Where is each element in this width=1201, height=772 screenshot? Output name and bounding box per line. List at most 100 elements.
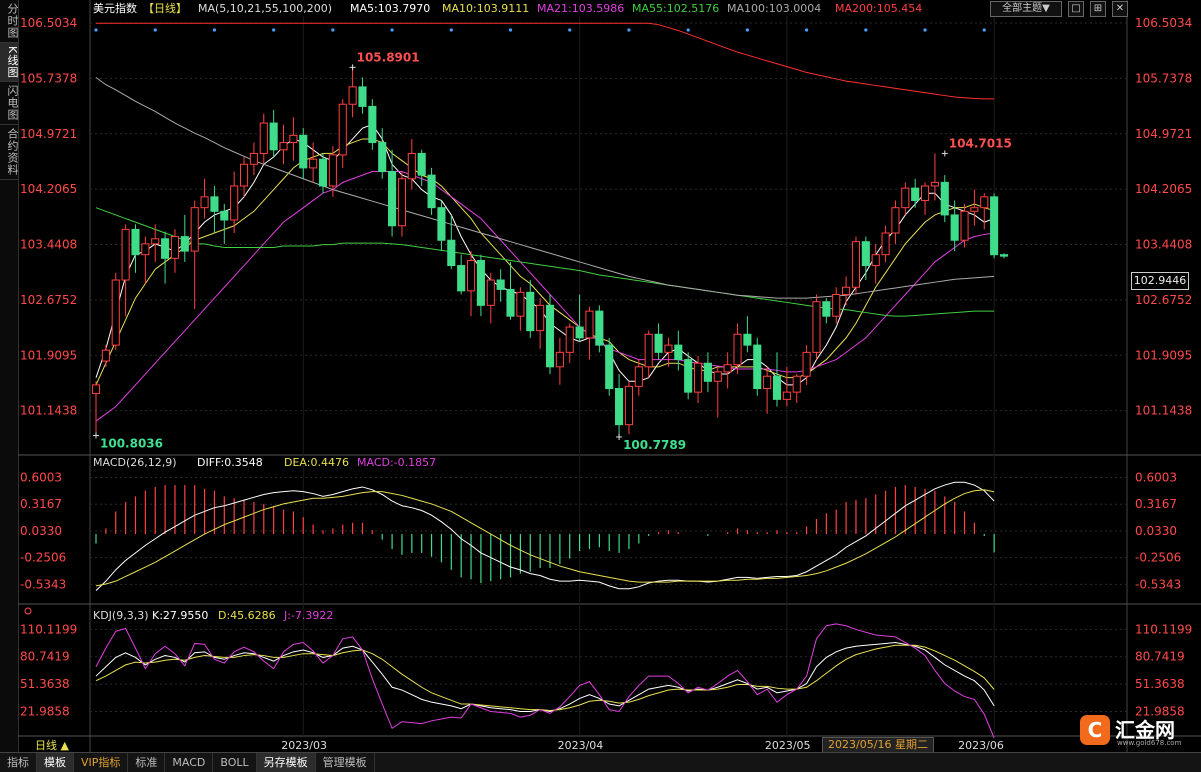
candle-body (723, 364, 732, 373)
candle-body (664, 344, 673, 353)
candle-body (930, 181, 939, 187)
event-dot (627, 28, 631, 32)
price-tick-left: 105.7378 (20, 71, 77, 85)
period-indicator[interactable]: 日线 ▲ (35, 738, 69, 752)
labels: 105.8901 104.7015 100.8036 100.7789 (93, 50, 1012, 452)
candle-body (516, 291, 525, 317)
candle-body (960, 210, 969, 241)
candle-body (180, 236, 189, 252)
candle-body (812, 301, 821, 353)
candle-body (170, 236, 180, 259)
candle-body (111, 279, 120, 346)
candle-body (911, 187, 920, 201)
candle-body (920, 185, 930, 201)
tab-standard[interactable]: 标准 (128, 753, 166, 772)
logo-icon: C (1080, 715, 1110, 745)
event-dot (568, 28, 572, 32)
price-tick-right: 101.1438 (1135, 404, 1192, 418)
chart-area[interactable]: 106.5034 106.5034 105.7378 105.7378 104.9721… (0, 0, 1201, 752)
low2-label: 100.7789 (623, 438, 686, 452)
tab-boll[interactable]: BOLL (213, 753, 257, 772)
close-button[interactable]: ✕ (1112, 1, 1128, 17)
candle-body (624, 385, 634, 426)
k-line (95, 642, 995, 713)
low-label: 100.8036 (100, 437, 163, 451)
price-tick-right: 106.5034 (1135, 16, 1192, 30)
kdj-j: J:-7.3922 (283, 609, 333, 622)
macd-tick-left: 0.3167 (20, 497, 62, 511)
tab-vip-indicators[interactable]: VIP指标 (74, 753, 129, 772)
period-label: 【日线】 (143, 1, 187, 15)
macd-title: MACD(26,12,9) (93, 456, 177, 469)
layout-button[interactable]: ⊞ (1090, 1, 1106, 17)
candle-body (289, 134, 298, 144)
candle-body (842, 286, 851, 295)
candle-body (861, 241, 870, 267)
event-dot (331, 28, 335, 32)
candle-body (417, 152, 426, 176)
event-dot (272, 28, 276, 32)
candle-body (693, 362, 703, 393)
j-line (95, 623, 995, 739)
candle-body (259, 122, 268, 154)
macd-tick-left: 0.6003 (20, 471, 62, 485)
price-tick-right: 102.6752 (1135, 293, 1192, 307)
event-dot (508, 28, 513, 32)
price-tick-left: 106.5034 (20, 16, 77, 30)
tab-manage-templates[interactable]: 管理模板 (316, 753, 375, 772)
tab-save-template[interactable]: 另存模板 (256, 753, 316, 772)
macd-dea: DEA:0.4476 (284, 456, 349, 469)
candle-body (684, 359, 693, 393)
price-tick-right: 104.2065 (1135, 182, 1192, 196)
ma100-value: MA100:103.0004 (727, 2, 821, 15)
candle-body (763, 375, 772, 390)
candle-body (891, 207, 900, 234)
candle-body (91, 384, 101, 395)
macd-tick-left: 0.0330 (20, 524, 62, 538)
candle-body (141, 243, 150, 256)
tab-indicators[interactable]: 指标 (0, 753, 37, 772)
bottom-toolbar: 指标 模板 VIP指标 标准 MACD BOLL 另存模板 管理模板 (0, 752, 1201, 772)
candle-body (851, 241, 861, 288)
kdj-title: KDJ(9,3,3) (93, 609, 149, 622)
event-dot (982, 28, 986, 32)
candle-body (476, 259, 485, 306)
kdj-tick-right: 110.1199 (1135, 622, 1192, 636)
candle-body (190, 207, 199, 252)
candle-body (822, 301, 831, 317)
gold678-logo: C 汇金网 www.gold678.com (1080, 712, 1195, 752)
candle-body (200, 196, 209, 209)
event-dot (805, 28, 809, 32)
candle-body (990, 196, 999, 256)
candle-body (940, 181, 949, 216)
candle-body (269, 122, 278, 151)
moving-averages (95, 22, 995, 422)
macd-panel (95, 481, 995, 591)
candle-body (466, 259, 476, 292)
candle-body (733, 333, 742, 366)
candle-body (654, 333, 663, 353)
kdj-settings-icon (24, 607, 32, 615)
candle-body (496, 279, 505, 290)
candle-body (565, 326, 574, 353)
candle-body (457, 265, 466, 292)
kdj-tick-left: 51.3638 (20, 677, 70, 691)
event-dot (449, 28, 453, 32)
tab-templates[interactable]: 模板 (37, 753, 74, 772)
candle-body (605, 344, 614, 390)
restore-button[interactable]: □ (1068, 1, 1084, 17)
event-dot (390, 28, 394, 32)
theme-dropdown[interactable]: 全部主题▼ (990, 1, 1062, 17)
kdj-tick-left: 110.1199 (20, 622, 77, 636)
candle-body (279, 142, 288, 151)
candle-body (299, 134, 308, 169)
candle-body (802, 351, 811, 377)
tab-macd[interactable]: MACD (165, 753, 214, 772)
macd-tick-left: -0.5343 (20, 577, 66, 591)
event-dot (212, 28, 217, 32)
candle-body (615, 388, 624, 426)
ma21-value: MA21:103.5986 (537, 2, 624, 15)
candle-body (595, 310, 604, 346)
ma-params: MA(5,10,21,55,100,200) (198, 2, 332, 15)
event-dot (923, 28, 927, 32)
